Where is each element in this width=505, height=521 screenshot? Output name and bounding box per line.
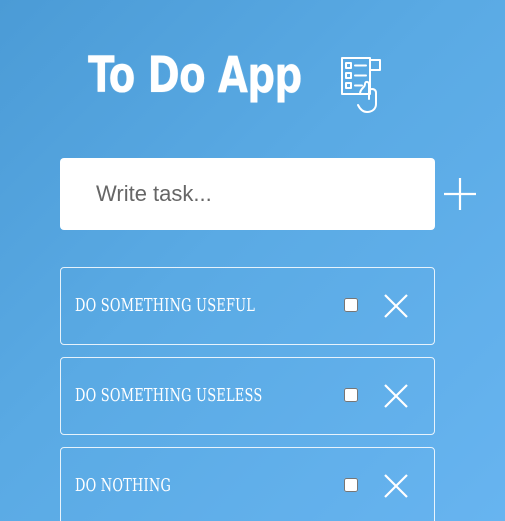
app-header: To Do App	[88, 30, 381, 120]
todo-app: To Do App Write task... DO SOMETHING USE…	[0, 0, 505, 521]
close-icon	[384, 384, 408, 408]
task-item: Do something useful	[60, 267, 435, 345]
delete-task-button[interactable]	[383, 473, 409, 499]
task-list: Do something useful Do something useless…	[60, 267, 435, 521]
task-done-checkbox[interactable]	[344, 478, 358, 492]
task-label: Do something useful	[75, 295, 256, 316]
close-icon	[384, 294, 408, 318]
task-list-icon	[338, 54, 386, 114]
add-task-button[interactable]	[442, 176, 478, 212]
task-label: Do something useless	[75, 385, 263, 406]
app-title: To Do App	[88, 46, 302, 104]
task-item: Do something useless	[60, 357, 435, 435]
plus-icon	[444, 178, 476, 210]
task-input[interactable]	[60, 158, 435, 230]
task-label: Do nothing	[75, 475, 172, 496]
task-item: Do nothing	[60, 447, 435, 521]
delete-task-button[interactable]	[383, 293, 409, 319]
close-icon	[384, 474, 408, 498]
delete-task-button[interactable]	[383, 383, 409, 409]
task-done-checkbox[interactable]	[344, 298, 358, 312]
new-task-row	[60, 158, 480, 230]
task-done-checkbox[interactable]	[344, 388, 358, 402]
